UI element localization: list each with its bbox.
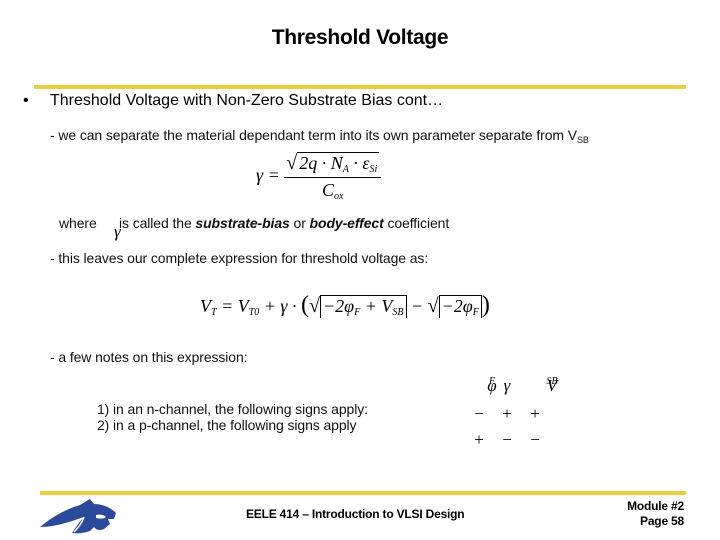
where-label: where (59, 215, 97, 231)
term2-phi: −2φ (441, 296, 473, 316)
p-sign-gamma: − (502, 430, 512, 449)
radicand-2qna: 2q · N (299, 153, 343, 173)
bullet-heading: Threshold Voltage with Non-Zero Substrat… (50, 92, 444, 109)
footer-page-number: Page 58 (640, 514, 684, 528)
n-sign-vsb: + (530, 404, 540, 423)
bobcat-logo (38, 497, 120, 535)
def-text-3: coefficient (383, 215, 450, 231)
gamma-equation: γ = √ 2q · NA · εSi Cox (256, 152, 382, 202)
note-p-channel: 2) in a p-channel, the following signs a… (97, 417, 357, 433)
text-line-separate-term-main: - we can separate the material dependant… (50, 127, 577, 143)
where-definition: is called the substrate-bias or body-eff… (119, 215, 449, 231)
n-sign-gamma: + (502, 404, 512, 423)
cox-symbol: C (322, 180, 335, 200)
note-n-channel: 1) in an n-channel, the following signs … (97, 401, 368, 417)
sqrt-icon: √ (286, 152, 298, 174)
vsb-subscript: SB (577, 135, 589, 145)
term1-phi: −2φ (323, 296, 355, 316)
gamma-denominator: Cox (284, 178, 381, 202)
sqrt-icon: √ (427, 295, 439, 317)
sqrt-icon: √ (309, 295, 321, 317)
header-gamma: γ (503, 376, 511, 395)
footer-page-info: Module #2 Page 58 (627, 499, 684, 529)
title-divider (34, 85, 686, 89)
slide-title: Threshold Voltage (271, 26, 449, 49)
vt-symbol: V (200, 296, 211, 316)
cox-subscript: ox (334, 191, 344, 202)
footer-course-title: EELE 414 – Introduction to VLSI Design (246, 507, 465, 521)
sign-table: φF γ V SB − + + + − − (466, 376, 576, 456)
abs-term-1: −2φF + VSB (320, 295, 407, 318)
phi-f-subscript-2: F (472, 307, 479, 318)
header-vsb-sub: SB (546, 376, 558, 387)
plus-vsb: + V (360, 296, 393, 316)
abs-term-2: −2φF (438, 295, 482, 318)
gamma-fraction: √ 2q · NA · εSi Cox (284, 152, 382, 202)
def-text-1: is called the (119, 215, 196, 231)
vt-equation: VT = VT0 + γ · (√ −2φF + VSB − √ −2φF) (200, 292, 490, 319)
text-line-complete-expression: - this leaves our complete expression fo… (50, 250, 429, 266)
radicand-eps: · ε (348, 153, 370, 173)
term-body-effect: body-effect (309, 215, 384, 231)
bullet-marker: • (23, 92, 29, 109)
minus-sign: − (406, 296, 428, 316)
gamma-numerator: √ 2q · NA · εSi (284, 152, 382, 178)
footer-module: Module #2 (627, 499, 684, 513)
vt0-symbol: = V (216, 296, 249, 316)
gamma-radicand: 2q · NA · εSi (297, 152, 380, 175)
text-line-separate-term: - we can separate the material dependant… (50, 127, 589, 145)
bobcat-logo-icon (40, 499, 116, 534)
n-sign-phi: − (474, 404, 484, 423)
plus-gamma: + γ · (259, 296, 302, 316)
def-text-2: or (289, 215, 310, 231)
term-substrate-bias: substrate-bias (195, 215, 290, 231)
p-sign-vsb: − (530, 430, 540, 449)
left-paren-icon: ( (301, 292, 310, 318)
eps-subscript: Si (369, 164, 378, 175)
vt0-subscript: T0 (248, 307, 260, 318)
gamma-eq-lhs: γ = (256, 165, 280, 186)
right-paren-icon: ) (481, 292, 490, 318)
text-line-notes: - a few notes on this expression: (50, 349, 248, 365)
vsb-subscript-eq: SB (392, 307, 404, 318)
footer-divider (40, 491, 686, 495)
p-sign-phi: + (474, 430, 484, 449)
